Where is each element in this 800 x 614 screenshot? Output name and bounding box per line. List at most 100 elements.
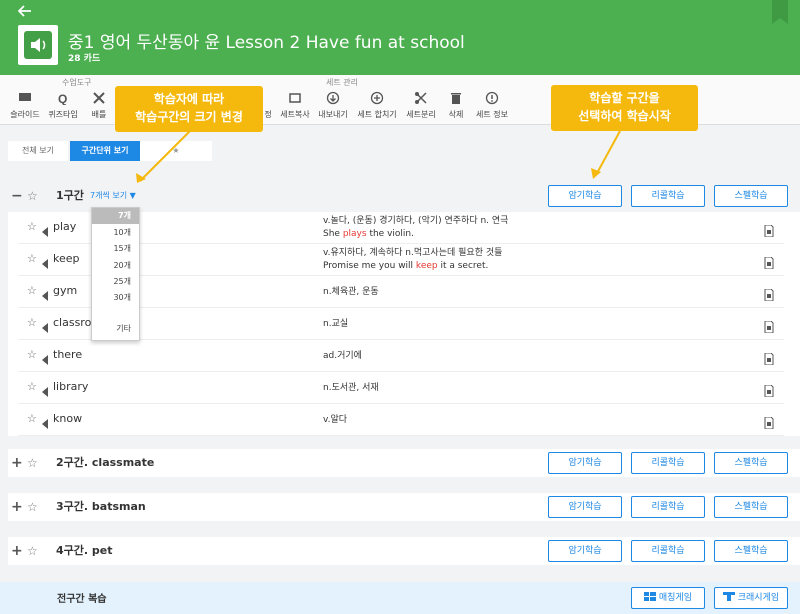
word: gym [53,284,78,297]
memorize-button[interactable]: 암기학습 [548,496,622,518]
spell-button[interactable]: 스펠학습 [714,452,788,474]
speaker-icon[interactable] [41,350,49,369]
section-3-title: 3구간. batsman [56,500,146,513]
battle-icon [79,91,119,107]
export-button[interactable]: 내보내기 [313,91,353,120]
star-icon[interactable]: ☆ [27,252,37,265]
info-icon [472,91,512,107]
crash-icon [722,592,735,601]
crash-game-button[interactable]: 크래시게임 [714,587,788,609]
group-label-tools: 수업도구 [62,78,92,87]
memorize-button[interactable]: 암기학습 [548,452,622,474]
set-logo [18,25,58,65]
speaker-icon[interactable] [41,414,49,433]
set-info-button[interactable]: 세트 정보 [472,91,512,120]
table-row[interactable]: ☆ library n.도서관, 서재 [18,372,784,404]
star-icon[interactable]: ☆ [27,412,37,425]
expand-icon[interactable]: + [11,493,23,521]
memorize-button[interactable]: 암기학습 [548,540,622,562]
star-icon[interactable]: ☆ [27,220,37,233]
section-4-title: 4구간. pet [56,544,113,557]
dropdown-option[interactable]: 25개 [92,274,139,290]
quiz-icon: Q [43,91,83,107]
copy-icon [275,91,315,107]
callout-size-change: 학습자에 따라 학습구간의 크기 변경 [115,86,263,132]
star-icon[interactable]: ☆ [27,348,37,361]
battle-button[interactable]: 배틀 [79,91,119,120]
recall-button[interactable]: 리콜학습 [631,540,705,562]
section-1-title: 1구간 [56,189,84,202]
dropdown-option[interactable]: 20개 [92,258,139,274]
document-icon[interactable] [764,222,774,241]
word: there [53,348,83,361]
collapse-icon[interactable]: − [11,182,23,210]
speaker-icon [31,38,46,52]
section-2-header: + ☆ 2구간. classmate 암기학습 리콜학습 스펠학습 [0,449,800,477]
delete-button[interactable]: 삭제 [436,91,476,120]
star-icon[interactable]: ☆ [27,449,38,477]
definition: ad.거기에 [323,351,362,361]
trash-icon [436,91,476,107]
star-icon[interactable]: ☆ [27,316,37,329]
star-icon[interactable]: ☆ [27,380,37,393]
dropdown-option[interactable]: 7개 [92,208,139,224]
recall-button[interactable]: 리콜학습 [631,452,705,474]
table-row[interactable]: ☆ know v.알다 [18,404,784,436]
document-icon[interactable] [764,414,774,433]
speaker-icon[interactable] [41,286,49,305]
tab-view-section[interactable]: 구간단위 보기 [70,141,140,161]
recall-button[interactable]: 리콜학습 [631,185,705,207]
star-icon[interactable]: ☆ [27,493,38,521]
app-header: 중1 영어 두산동아 윤 Lesson 2 Have fun at school… [0,0,800,75]
expand-icon[interactable]: + [11,537,23,565]
speaker-icon[interactable] [41,318,49,337]
document-icon[interactable] [764,350,774,369]
callout-start-study: 학습할 구간을 선택하여 학습시작 [551,85,698,131]
split-set-button[interactable]: 세트분리 [401,91,441,120]
speaker-icon[interactable] [41,254,49,273]
document-icon[interactable] [764,318,774,337]
per-page-select[interactable]: 7개씩 보기 ▼ [90,182,136,210]
definition: v.알다 [323,415,348,425]
tab-view-all[interactable]: 전체 보기 [8,141,68,161]
set-title: 중1 영어 두산동아 윤 Lesson 2 Have fun at school [68,33,465,53]
speaker-icon[interactable] [41,222,49,241]
document-icon[interactable] [764,382,774,401]
grid-icon [644,592,656,601]
arrow-left-icon[interactable] [17,4,32,22]
view-tabs: 전체 보기 구간단위 보기 ★ [0,141,212,161]
slide-button[interactable]: 슬라이드 [5,91,45,120]
definition: n.도서관, 서재 [323,383,379,393]
spell-button[interactable]: 스펠학습 [714,540,788,562]
merge-set-button[interactable]: 세트 합치기 [357,91,397,120]
card-count: 28 카드 [68,54,101,64]
table-row[interactable]: ☆ there ad.거기에 [18,340,784,372]
memorize-button[interactable]: 암기학습 [548,185,622,207]
section-3-header: + ☆ 3구간. batsman 암기학습 리콜학습 스펠학습 [0,493,800,521]
spell-button[interactable]: 스펠학습 [714,185,788,207]
copy-set-button[interactable]: 세트복사 [275,91,315,120]
expand-icon[interactable]: + [11,449,23,477]
star-icon[interactable]: ☆ [27,284,37,297]
star-icon[interactable]: ☆ [27,537,38,565]
dropdown-option[interactable]: 15개 [92,241,139,257]
slide-icon [5,91,45,107]
speaker-icon[interactable] [41,382,49,401]
bookmark-icon[interactable] [772,0,788,24]
star-icon[interactable]: ☆ [27,182,38,210]
merge-icon [357,91,397,107]
matching-game-button[interactable]: 매칭게임 [631,587,705,609]
quiz-button[interactable]: Q 퀴즈타임 [43,91,83,120]
dropdown-option[interactable]: 기타 [92,321,139,337]
tab-view-starred[interactable]: ★ [140,141,212,161]
document-icon[interactable] [764,254,774,273]
dropdown-option[interactable]: 10개 [92,225,139,241]
dropdown-option[interactable]: 30개 [92,290,139,306]
spell-button[interactable]: 스펠학습 [714,496,788,518]
document-icon[interactable] [764,286,774,305]
review-footer: 전구간 복습 매칭게임 크래시게임 [0,582,800,614]
svg-text:Q: Q [58,92,67,105]
section-2-title: 2구간. classmate [56,456,155,469]
per-page-dropdown: 7개 10개 15개 20개 25개 30개 기타 [91,207,140,341]
recall-button[interactable]: 리콜학습 [631,496,705,518]
